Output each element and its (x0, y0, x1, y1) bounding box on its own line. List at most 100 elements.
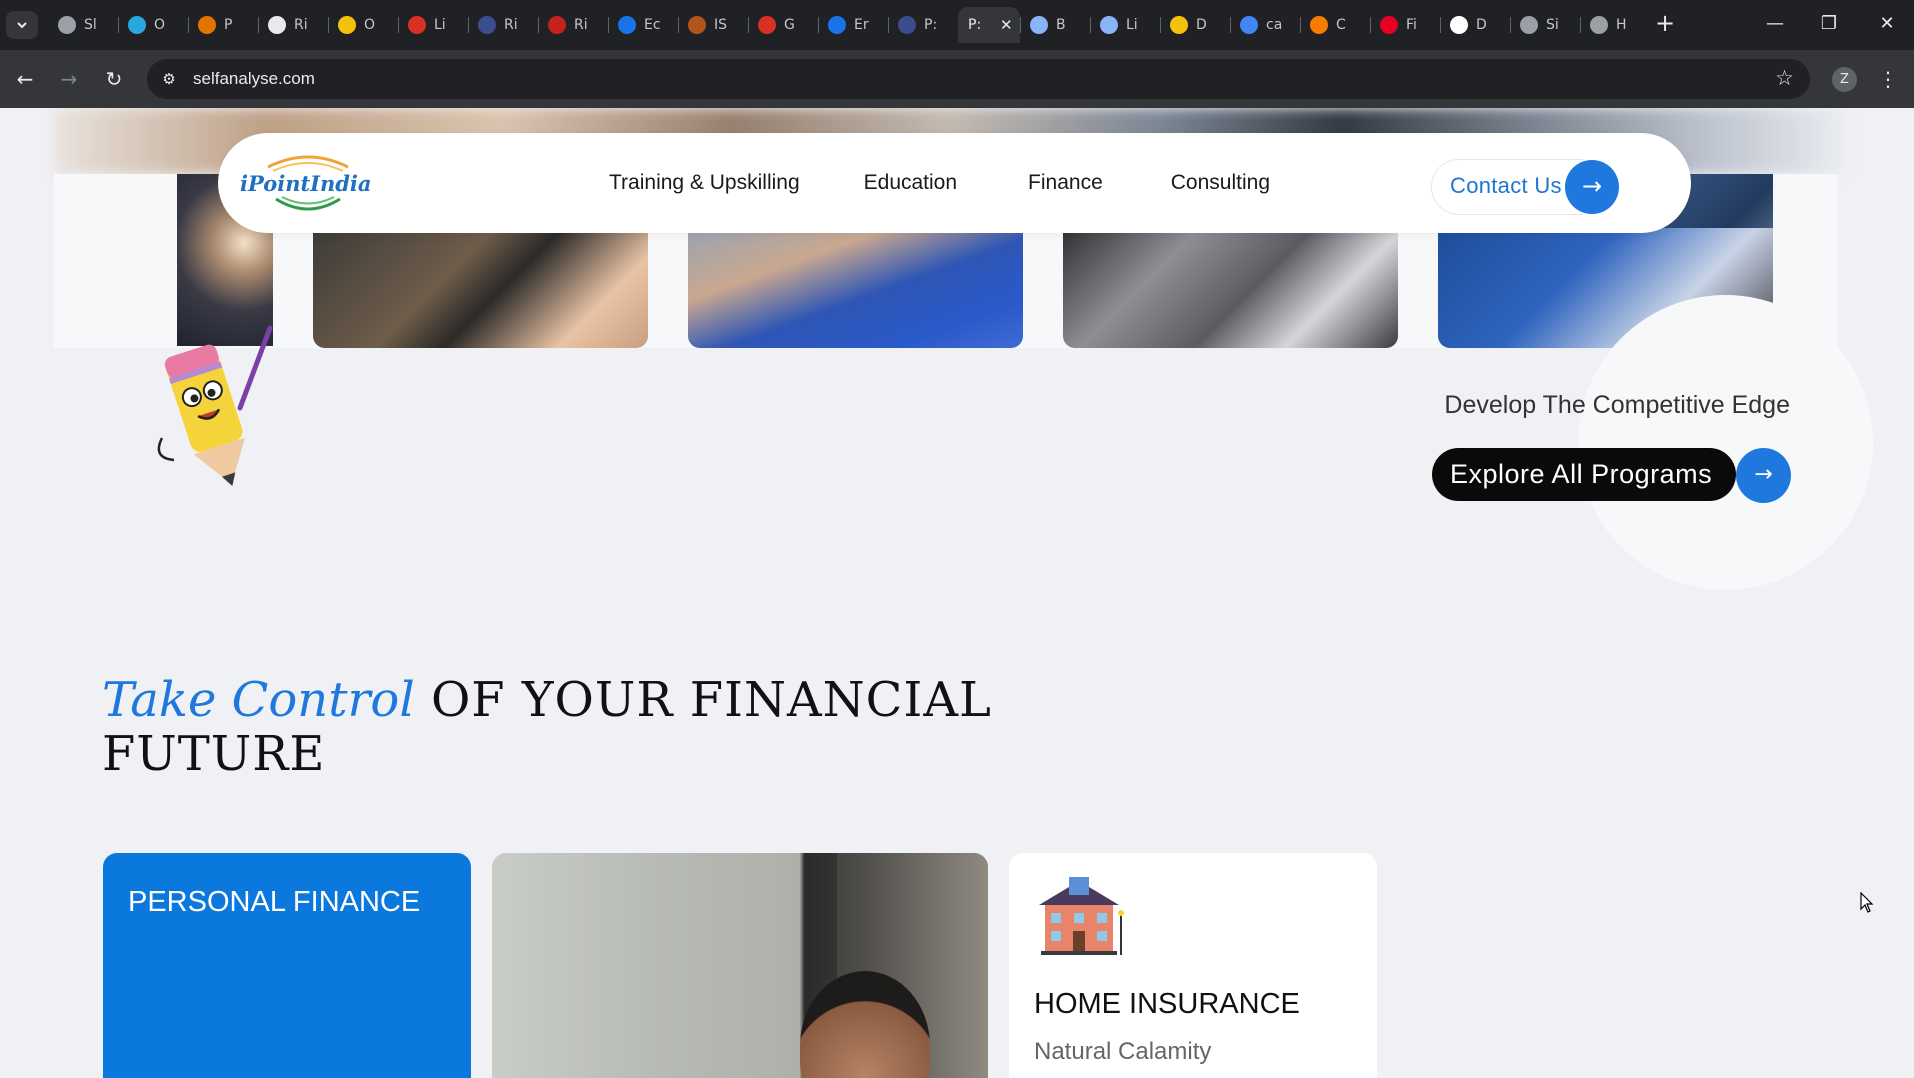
tab-title: G (784, 17, 795, 33)
tab-title: C (1336, 17, 1346, 33)
tab-favicon-icon (1240, 16, 1258, 34)
browser-tab[interactable]: IS (678, 7, 748, 43)
arrow-right-icon[interactable]: → (1565, 160, 1619, 214)
program-photo[interactable] (313, 228, 648, 348)
tab-title: Ec (644, 17, 661, 33)
personal-finance-card[interactable]: PERSONAL FINANCE (103, 853, 471, 1078)
tab-favicon-icon (1450, 16, 1468, 34)
browser-tab[interactable]: Sl (48, 7, 118, 43)
mouse-cursor-icon (1860, 892, 1874, 913)
browser-tab[interactable]: Fi (1370, 7, 1440, 43)
tab-title: H (1616, 17, 1627, 33)
browser-tab[interactable]: Ri (258, 7, 328, 43)
tab-title: P: (924, 17, 938, 33)
tab-title: Li (1126, 17, 1138, 33)
tab-favicon-icon (478, 16, 496, 34)
main-nav: Training & Upskilling Education Finance … (609, 133, 1270, 233)
browser-tab-bar: Sl O P Ri O Li Ri Ri Ec IS G Er P: P: ✕ B Li Dca C Fi D Si H +… (0, 0, 1914, 50)
home-insurance-card[interactable]: HOME INSURANCE Natural Calamity (1009, 853, 1377, 1078)
tab-favicon-icon (268, 16, 286, 34)
tab-favicon-icon (1310, 16, 1328, 34)
profile-avatar[interactable]: Z (1832, 67, 1857, 92)
program-photo[interactable] (1063, 228, 1398, 348)
tab-favicon-icon (338, 16, 356, 34)
browser-tab[interactable]: O (118, 7, 188, 43)
page-viewport: iPointIndia Training & Upskilling Educat… (0, 108, 1914, 1078)
tab-title: D (1196, 17, 1207, 33)
browser-tab[interactable]: Li (1090, 7, 1160, 43)
browser-tab[interactable]: G (748, 7, 818, 43)
browser-tab-active[interactable]: P: ✕ (958, 7, 1020, 43)
finance-photo-card[interactable] (492, 853, 988, 1078)
browser-tab[interactable]: Ec (608, 7, 678, 43)
tab-search-button[interactable] (6, 11, 38, 39)
tab-title: O (154, 17, 166, 33)
browser-tab[interactable]: Ri (538, 7, 608, 43)
close-tab-icon[interactable]: ✕ (1000, 16, 1013, 34)
browser-menu-icon[interactable]: ⋮ (1878, 64, 1898, 94)
browser-tab[interactable]: P: (888, 7, 958, 43)
tab-title: P (224, 17, 233, 33)
bookmark-star-icon[interactable]: ☆ (1775, 66, 1794, 90)
browser-tab[interactable]: B (1020, 7, 1090, 43)
tab-title: Fi (1406, 17, 1417, 33)
heading-text-line1: OF YOUR FINANCIAL (414, 672, 992, 728)
tab-favicon-icon (898, 16, 916, 34)
contact-us-label[interactable]: Contact Us (1450, 173, 1562, 199)
address-bar[interactable]: ⚙ selfanalyse.com ☆ (147, 59, 1810, 99)
browser-tab[interactable]: Li (398, 7, 468, 43)
tab-title: B (1056, 17, 1066, 33)
browser-tab[interactable]: O (328, 7, 398, 43)
tab-title: Sl (84, 17, 97, 33)
tab-title: D (1476, 17, 1487, 33)
logo-text: iPointIndia (240, 171, 372, 196)
forward-button[interactable]: → (54, 64, 84, 94)
browser-toolbar: ← → ↻ ⚙ selfanalyse.com ☆ Z ⋮ (0, 50, 1914, 108)
browser-tab[interactable]: D (1440, 7, 1510, 43)
tab-strip: Sl O P Ri O Li Ri Ri Ec IS G Er P: P: ✕ B Li Dca C Fi D Si H (48, 7, 1650, 43)
browser-tab[interactable]: D (1160, 7, 1230, 43)
browser-tab[interactable]: ca (1230, 7, 1300, 43)
card-subtitle: Natural Calamity (1034, 1038, 1212, 1065)
chevron-down-icon (17, 22, 27, 29)
nav-education[interactable]: Education (864, 171, 957, 195)
browser-tab[interactable]: Er (818, 7, 888, 43)
program-photo[interactable] (688, 228, 1023, 348)
nav-finance[interactable]: Finance (1028, 171, 1103, 195)
site-header: iPointIndia Training & Upskilling Educat… (218, 133, 1691, 233)
explore-programs-button[interactable]: Explore All Programs (1432, 448, 1736, 501)
hero-tagline: Develop The Competitive Edge (1444, 391, 1790, 419)
tab-favicon-icon (128, 16, 146, 34)
tab-title: Li (434, 17, 446, 33)
close-window-button[interactable]: ✕ (1864, 8, 1910, 40)
tab-favicon-icon (1100, 16, 1118, 34)
browser-tab[interactable]: Ri (468, 7, 538, 43)
nav-training[interactable]: Training & Upskilling (609, 171, 800, 195)
site-info-icon[interactable]: ⚙ (157, 67, 181, 91)
tab-title: Si (1546, 17, 1559, 33)
new-tab-button[interactable]: + (1651, 10, 1679, 38)
tab-title: Ri (574, 17, 588, 33)
browser-tab[interactable]: Si (1510, 7, 1580, 43)
decorative-circle (1578, 295, 1873, 590)
minimize-button[interactable]: — (1752, 8, 1798, 40)
reload-button[interactable]: ↻ (99, 64, 129, 94)
restore-button[interactable]: ❐ (1806, 8, 1852, 40)
tab-favicon-icon (58, 16, 76, 34)
back-button[interactable]: ← (10, 64, 40, 94)
card-title: PERSONAL FINANCE (128, 886, 421, 918)
tab-title: Er (854, 17, 869, 33)
tab-favicon-icon (1380, 16, 1398, 34)
heading-text-line2: FUTURE (102, 726, 326, 782)
arrow-right-icon[interactable]: → (1736, 448, 1791, 503)
nav-consulting[interactable]: Consulting (1171, 171, 1270, 195)
browser-tab[interactable]: P (188, 7, 258, 43)
site-logo[interactable]: iPointIndia (238, 147, 378, 219)
heading-script-text: Take Control (102, 672, 415, 728)
browser-tab[interactable]: C (1300, 7, 1370, 43)
tab-favicon-icon (688, 16, 706, 34)
browser-tab[interactable]: H (1580, 7, 1650, 43)
tab-title: O (364, 17, 376, 33)
tab-favicon-icon (198, 16, 216, 34)
tab-favicon-icon (1590, 16, 1608, 34)
